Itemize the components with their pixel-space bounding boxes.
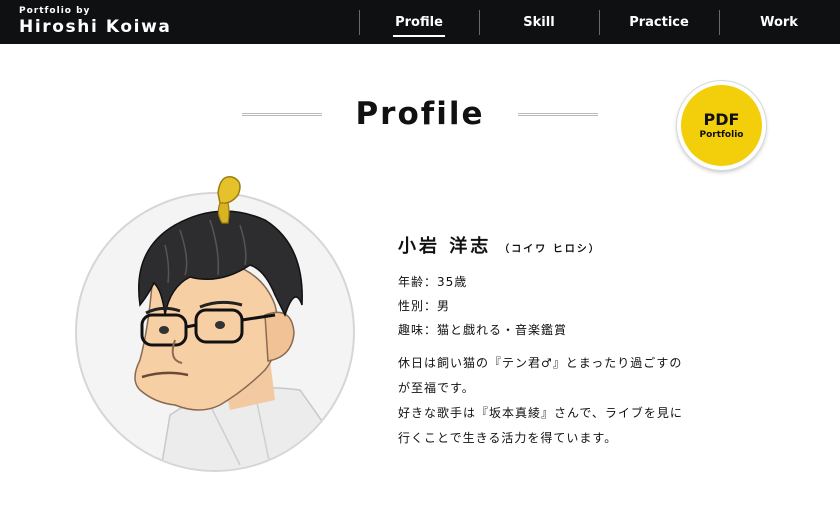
- pdf-badge-title: PDF: [703, 109, 740, 129]
- title-divider-left: [242, 113, 322, 116]
- brand-name: Hiroshi Koiwa: [19, 17, 172, 37]
- site-brand[interactable]: Portfolio by Hiroshi Koiwa: [19, 6, 171, 38]
- nav-item-profile[interactable]: Profile: [359, 0, 479, 44]
- pdf-portfolio-button[interactable]: PDF Portfolio: [677, 81, 766, 170]
- profile-facts: 年齢：35歳 性別：男 趣味：猫と戯れる・音楽鑑賞: [398, 270, 738, 342]
- nav-item-practice[interactable]: Practice: [599, 0, 719, 44]
- fact-gender: 性別：男: [398, 299, 451, 313]
- profile-name-kana: （コイワ ヒロシ）: [499, 244, 601, 255]
- bio-line: が至福です。: [398, 381, 475, 395]
- nav-item-work[interactable]: Work: [719, 0, 839, 44]
- name-row: 小岩 洋志 （コイワ ヒロシ）: [398, 232, 738, 257]
- pdf-badge-subtitle: Portfolio: [699, 129, 744, 140]
- profile-bio: 休日は飼い猫の『テン君♂』とまったり過ごすの が至福です。 好きな歌手は『坂本真…: [398, 351, 738, 451]
- portrait-illustration-icon: [75, 176, 355, 472]
- nav-item-skill[interactable]: Skill: [479, 0, 599, 44]
- profile-name: 小岩 洋志: [398, 236, 492, 257]
- top-header: Portfolio by Hiroshi Koiwa Profile Skill…: [0, 0, 840, 44]
- title-divider-right: [518, 113, 598, 116]
- brand-subtitle: Portfolio by: [19, 6, 91, 16]
- bio-line: 好きな歌手は『坂本真綾』さんで、ライブを見に: [398, 406, 683, 420]
- fact-age: 年齢：35歳: [398, 275, 468, 289]
- profile-details: 小岩 洋志 （コイワ ヒロシ） 年齢：35歳 性別：男 趣味：猫と戯れる・音楽鑑…: [398, 232, 738, 451]
- page-title: Profile: [355, 96, 485, 132]
- bio-line: 休日は飼い猫の『テン君♂』とまったり過ごすの: [398, 356, 683, 370]
- main-nav: Profile Skill Practice Work: [359, 0, 840, 44]
- fact-hobby: 趣味：猫と戯れる・音楽鑑賞: [398, 323, 568, 337]
- bio-line: 行くことで生きる活力を得ています。: [398, 431, 618, 445]
- profile-avatar: [70, 165, 360, 475]
